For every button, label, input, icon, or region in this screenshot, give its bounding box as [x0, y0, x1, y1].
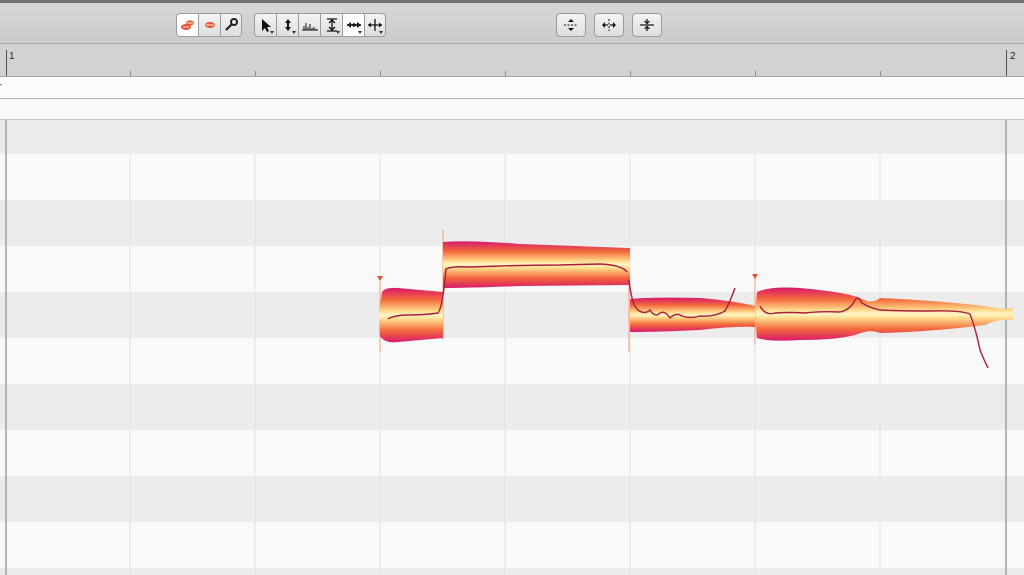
- view-mode-group: [176, 13, 242, 37]
- editor-header-spacer: [0, 99, 1024, 120]
- timeline-ruler[interactable]: 1 2: [0, 44, 1024, 77]
- edit-tools-group: [254, 13, 386, 37]
- beat-tick: [255, 71, 256, 76]
- note-blob[interactable]: [630, 297, 755, 332]
- quantize-time-button[interactable]: [594, 13, 624, 37]
- note-editor[interactable]: [0, 120, 1024, 575]
- separation-tool-button[interactable]: [364, 13, 386, 37]
- pitch-lanes: [0, 120, 1024, 575]
- beat-tick: [130, 71, 131, 76]
- blob-macro-icon: [180, 20, 194, 30]
- quantize-pitch-button[interactable]: [556, 13, 586, 37]
- beat-tick: [880, 71, 881, 76]
- bar-number-start: 1: [9, 51, 15, 62]
- track-name-bar[interactable]: r: [0, 77, 1024, 99]
- note-editor-canvas[interactable]: [0, 120, 1024, 575]
- wrench-icon: [225, 18, 238, 31]
- quantize-time-icon: [602, 19, 616, 31]
- main-toolbar: [0, 0, 1024, 44]
- time-tool-button[interactable]: [342, 13, 364, 37]
- beat-tick: [380, 71, 381, 76]
- blob-button[interactable]: [198, 13, 220, 37]
- track-name: r: [0, 81, 2, 93]
- blob-macro-button[interactable]: [176, 13, 198, 37]
- bar-line: [6, 50, 7, 76]
- amplitude-tool-button[interactable]: [320, 13, 342, 37]
- blob-icon: [204, 22, 215, 28]
- time-tool-icon: [346, 22, 361, 28]
- formant-tool-icon: [301, 23, 318, 31]
- quantize-pitch-icon: [564, 19, 578, 31]
- level-amplitude-button[interactable]: [632, 13, 662, 37]
- beat-tick: [505, 71, 506, 76]
- level-amplitude-icon: [640, 19, 654, 31]
- formant-tool-button[interactable]: [298, 13, 320, 37]
- beat-tick: [630, 71, 631, 76]
- pitch-tool-button[interactable]: [276, 13, 298, 37]
- wrench-button[interactable]: [220, 13, 242, 37]
- bar-number-end: 2: [1010, 51, 1016, 62]
- beat-tick: [755, 71, 756, 76]
- pointer-tool-button[interactable]: [254, 13, 276, 37]
- bar-line: [1006, 50, 1007, 76]
